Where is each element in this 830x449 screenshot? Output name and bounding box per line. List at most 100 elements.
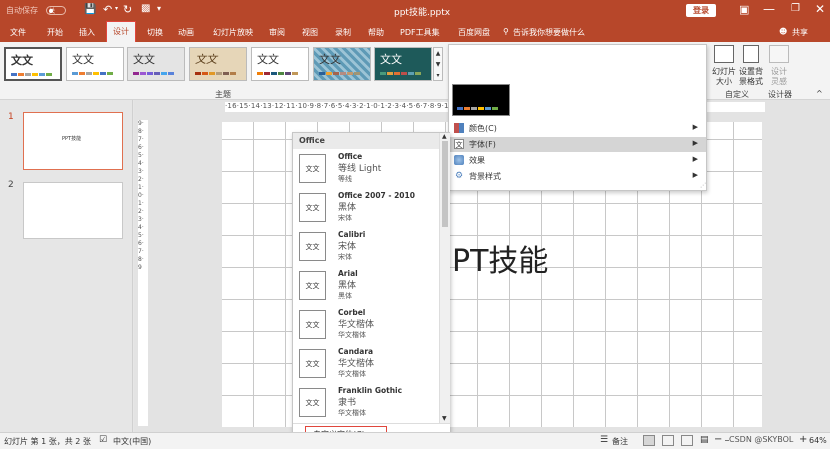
font-item-corbel[interactable]: 文文 Corbel 华文楷体 华文楷体 [293,306,439,345]
restore-icon[interactable]: ❐ [791,3,800,14]
tab-transitions[interactable]: 切换 [147,27,163,38]
tell-me-search[interactable]: 告诉我你想要做什么 [513,27,585,38]
tab-design[interactable]: 设计 [106,21,136,43]
theme-gallery-scroll[interactable]: ▲ ▼ ▾ [433,47,443,81]
zoom-in-icon[interactable]: + [799,434,807,445]
reading-view-icon[interactable] [681,435,693,446]
slideshow-icon[interactable]: ▩ [141,3,150,14]
variants-dropdown-menu: 颜色(C) ▶ 文 字体(F) ▶ 效果 ▶ ⚙ 背景样式 ▶ ⋰ [448,44,707,191]
tab-review[interactable]: 审阅 [269,27,285,38]
font-item-office[interactable]: 文文 Office 等线 Light 等线 [293,150,439,189]
menu-item-label: 背景样式 [469,172,501,181]
variant-4[interactable] [452,84,510,116]
slide-thumbnail-2[interactable] [23,182,123,239]
scroll-up-icon[interactable]: ▲ [442,133,447,140]
menu-item-colors[interactable]: 颜色(C) ▶ [450,121,706,136]
slide-size-icon[interactable] [714,45,734,63]
heading-font: 宋体 [338,242,357,252]
share-icon[interactable]: ☻ [779,27,787,36]
redo-icon[interactable]: ↻ [123,3,132,16]
body-font: 华文楷体 [338,370,366,378]
undo-icon[interactable]: ↶ [103,3,112,16]
theme-sample-text: 文文 [380,53,402,66]
theme-office[interactable]: 文文 [4,47,62,81]
tab-file[interactable]: 文件 [10,27,26,38]
resize-grip-icon[interactable]: ⋰ [700,182,706,189]
menu-item-background-styles[interactable]: ⚙ 背景样式 ▶ [450,169,706,184]
font-item-office-2007[interactable]: 文文 Office 2007 - 2010 黑体 宋体 [293,189,439,228]
font-scheme-name: Corbel [338,308,366,317]
font-item-franklin-gothic[interactable]: 文文 Franklin Gothic 隶书 华文楷体 [293,384,439,423]
font-item-candara[interactable]: 文文 Candara 华文楷体 华文楷体 [293,345,439,384]
menu-item-label: 颜色(C) [469,124,497,133]
theme-3[interactable]: 文文 [127,47,185,81]
slide-number: 1 [8,112,14,122]
tab-home[interactable]: 开始 [47,27,63,38]
tab-baidu-netdisk[interactable]: 百度网盘 [458,27,490,38]
format-background-button[interactable]: 设置背 景格式 [736,67,766,87]
tab-slideshow[interactable]: 幻灯片放映 [213,27,253,38]
font-icon: 文 [454,139,464,149]
spellcheck-icon[interactable]: ☑ [99,435,107,445]
zoom-out-icon[interactable]: − [714,434,722,445]
slide-count: 幻灯片 第 1 张，共 2 张 [4,437,91,446]
tab-view[interactable]: 视图 [302,27,318,38]
menu-item-effects[interactable]: 效果 ▶ [450,153,706,168]
font-preview-icon: 文文 [299,271,326,300]
undo-dropdown-icon[interactable]: ▾ [115,5,118,12]
heading-font: 华文楷体 [338,359,375,369]
minimize-icon[interactable]: — [763,2,775,16]
slide-size-button[interactable]: 幻灯片 大小 [709,67,739,87]
theme-6[interactable]: 文文 [313,47,371,81]
tab-pdf-tools[interactable]: PDF工具集 [400,27,440,38]
share-button[interactable]: 共享 [792,27,808,38]
customize-qat-icon[interactable]: ▾ [157,4,161,13]
theme-4[interactable]: 文文 [189,47,247,81]
scrollbar-thumb[interactable] [442,141,448,227]
normal-view-icon[interactable] [643,435,655,446]
scroll-down-icon[interactable]: ▼ [442,415,447,422]
theme-5[interactable]: 文文 [251,47,309,81]
theme-2[interactable]: 文文 [66,47,124,81]
themes-group-label: 主题 [215,90,231,99]
tab-animations[interactable]: 动画 [178,27,194,38]
font-item-calibri[interactable]: 文文 Calibri 宋体 宋体 [293,228,439,267]
body-font: 华文楷体 [338,409,366,417]
body-font: 黑体 [338,292,352,300]
font-scheme-name: Calibri [338,230,366,239]
body-font: 宋体 [338,253,352,261]
theme-sample-text: 文文 [257,53,279,66]
slide-thumbnail-1[interactable]: PPT技能 [23,112,123,170]
autosave-state: 关 [49,8,56,15]
slide-sorter-icon[interactable] [662,435,674,446]
ribbon-display-icon[interactable]: ▣ [739,3,749,16]
design-ideas-button[interactable]: 设计 灵感 [766,67,792,87]
tab-record[interactable]: 录制 [335,27,351,38]
collapse-ribbon-icon[interactable]: ^ [816,89,823,98]
theme-7[interactable]: 文文 [374,47,432,81]
notes-icon[interactable]: ☰ [600,435,608,445]
menu-item-fonts[interactable]: 文 字体(F) ▶ [450,137,706,152]
slide-title-text[interactable]: PT技能 [452,236,548,280]
slideshow-view-icon[interactable]: ▤ [700,435,709,445]
slide-number: 2 [8,180,14,190]
notes-button[interactable]: 备注 [612,436,628,447]
font-list-scrollbar[interactable]: ▲ ▼ [439,133,450,423]
login-button[interactable]: 登录 [686,4,716,17]
theme-sample-text: 文文 [72,53,94,66]
font-preview-icon: 文文 [299,310,326,339]
menu-bar: 文件 开始 插入 设计 切换 动画 幻灯片放映 审阅 视图 录制 帮助 PDF工… [0,21,830,43]
tab-insert[interactable]: 插入 [79,27,95,38]
zoom-level[interactable]: 64% [809,436,827,445]
tab-help[interactable]: 帮助 [368,27,384,38]
theme-fonts-dropdown: Office 文文 Office 等线 Light 等线 文文 Office 2… [292,132,450,444]
format-background-icon[interactable] [743,45,759,63]
close-icon[interactable]: ✕ [815,2,825,16]
chevron-right-icon: ▶ [692,123,698,131]
design-ideas-icon[interactable] [769,45,789,63]
theme-sample-text: 文文 [11,54,33,67]
save-icon[interactable]: 💾 [84,4,96,15]
font-item-arial[interactable]: 文文 Arial 黑体 黑体 [293,267,439,306]
language-status[interactable]: 中文(中国) [113,436,151,447]
theme-sample-text: 文文 [319,53,341,66]
